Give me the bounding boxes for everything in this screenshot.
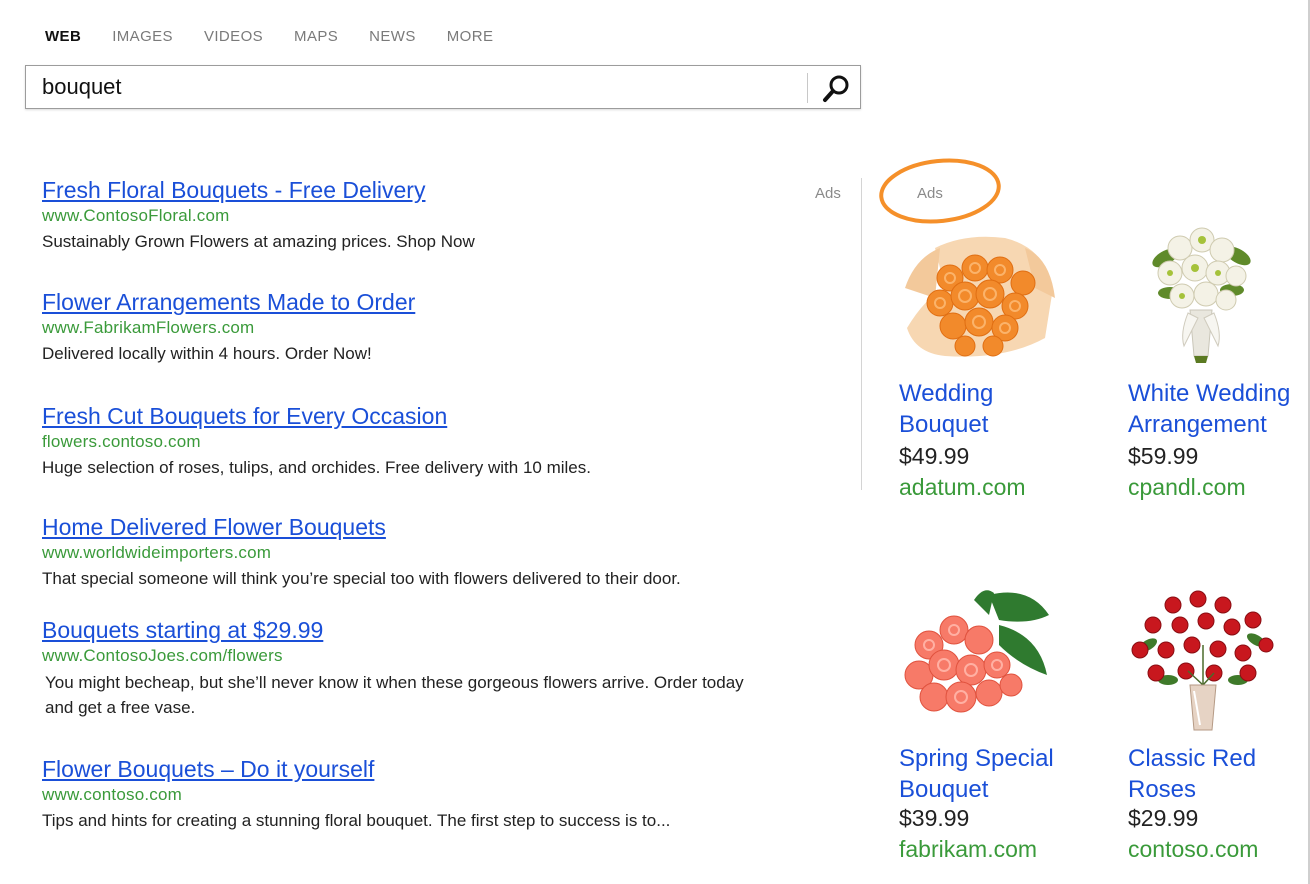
search-icon — [823, 75, 849, 102]
product-site-link[interactable]: fabrikam.com — [899, 834, 1037, 864]
result-item: Bouquets starting at $29.99 www.ContosoJ… — [42, 616, 832, 720]
search-input[interactable] — [42, 72, 802, 102]
side-ads-label: Ads — [917, 185, 943, 202]
result-item: Home Delivered Flower Bouquets www.world… — [42, 513, 832, 591]
product-name-link[interactable]: White Wedding Arrangement — [1128, 378, 1303, 440]
search-box — [25, 65, 861, 109]
result-description: Delivered locally within 4 hours. Order … — [42, 344, 372, 363]
column-divider — [861, 178, 862, 490]
search-button[interactable] — [812, 68, 860, 108]
product-name-link[interactable]: Classic Red Roses — [1128, 743, 1310, 805]
result-url[interactable]: www.contoso.com — [42, 784, 832, 806]
result-url[interactable]: flowers.contoso.com — [42, 431, 832, 453]
product-site-link[interactable]: adatum.com — [899, 472, 1026, 502]
result-description: That special someone will think you’re s… — [42, 569, 681, 588]
result-url[interactable]: www.FabrikamFlowers.com — [42, 317, 832, 339]
result-title-link[interactable]: Bouquets starting at $29.99 — [42, 616, 323, 644]
product-ad: Wedding Bouquet $49.99 adatum.com — [899, 228, 1099, 508]
result-item: Fresh Cut Bouquets for Every Occasion fl… — [42, 402, 832, 480]
tab-videos[interactable]: VIDEOS — [204, 28, 263, 45]
search-divider — [807, 73, 808, 103]
orange-rose-bouquet-image[interactable] — [905, 228, 1055, 365]
pink-rose-bouquet-image[interactable] — [899, 585, 1051, 735]
product-price: $29.99 — [1128, 805, 1199, 831]
result-title-link[interactable]: Fresh Cut Bouquets for Every Occasion — [42, 402, 447, 430]
tab-images[interactable]: IMAGES — [112, 28, 173, 45]
result-description: Sustainably Grown Flowers at amazing pri… — [42, 232, 475, 251]
product-price: $39.99 — [899, 805, 970, 831]
result-title-link[interactable]: Flower Arrangements Made to Order — [42, 288, 415, 316]
red-roses-vase-image[interactable] — [1128, 585, 1278, 740]
product-ad: Classic Red Roses $29.99 contoso.com — [1128, 585, 1310, 870]
product-name-link[interactable]: Spring Special Bouquet — [899, 743, 1084, 805]
product-ad: White Wedding Arrangement $59.99 cpandl.… — [1128, 218, 1310, 508]
product-ad: Spring Special Bouquet $39.99 fabrikam.c… — [899, 585, 1099, 870]
tab-news[interactable]: NEWS — [369, 28, 416, 45]
result-url[interactable]: www.ContosoJoes.com/flowers — [42, 645, 832, 667]
result-description: Huge selection of roses, tulips, and orc… — [42, 458, 591, 477]
result-url[interactable]: www.ContosoFloral.com — [42, 205, 832, 227]
result-item: Fresh Floral Bouquets - Free Delivery ww… — [42, 176, 832, 254]
white-flower-bouquet-image[interactable] — [1140, 218, 1260, 368]
tab-web[interactable]: WEB — [45, 28, 81, 45]
product-price: $49.99 — [899, 443, 970, 469]
product-price: $59.99 — [1128, 443, 1199, 469]
result-title-link[interactable]: Home Delivered Flower Bouquets — [42, 513, 386, 541]
tab-maps[interactable]: MAPS — [294, 28, 338, 45]
product-site-link[interactable]: cpandl.com — [1128, 472, 1246, 502]
result-description: Tips and hints for creating a stunning f… — [42, 811, 671, 830]
result-item: Flower Arrangements Made to Order www.Fa… — [42, 288, 832, 366]
result-title-link[interactable]: Flower Bouquets – Do it yourself — [42, 755, 374, 783]
result-item: Flower Bouquets – Do it yourself www.con… — [42, 755, 832, 833]
vertical-nav: WEB IMAGES VIDEOS MAPS NEWS MORE — [45, 28, 524, 45]
result-title-link[interactable]: Fresh Floral Bouquets - Free Delivery — [42, 176, 425, 204]
product-name-link[interactable]: Wedding Bouquet — [899, 378, 1084, 440]
result-description: You might becheap, but she’ll never know… — [45, 673, 744, 717]
tab-more[interactable]: MORE — [447, 28, 494, 45]
product-site-link[interactable]: contoso.com — [1128, 834, 1258, 864]
result-url[interactable]: www.worldwideimporters.com — [42, 542, 832, 564]
